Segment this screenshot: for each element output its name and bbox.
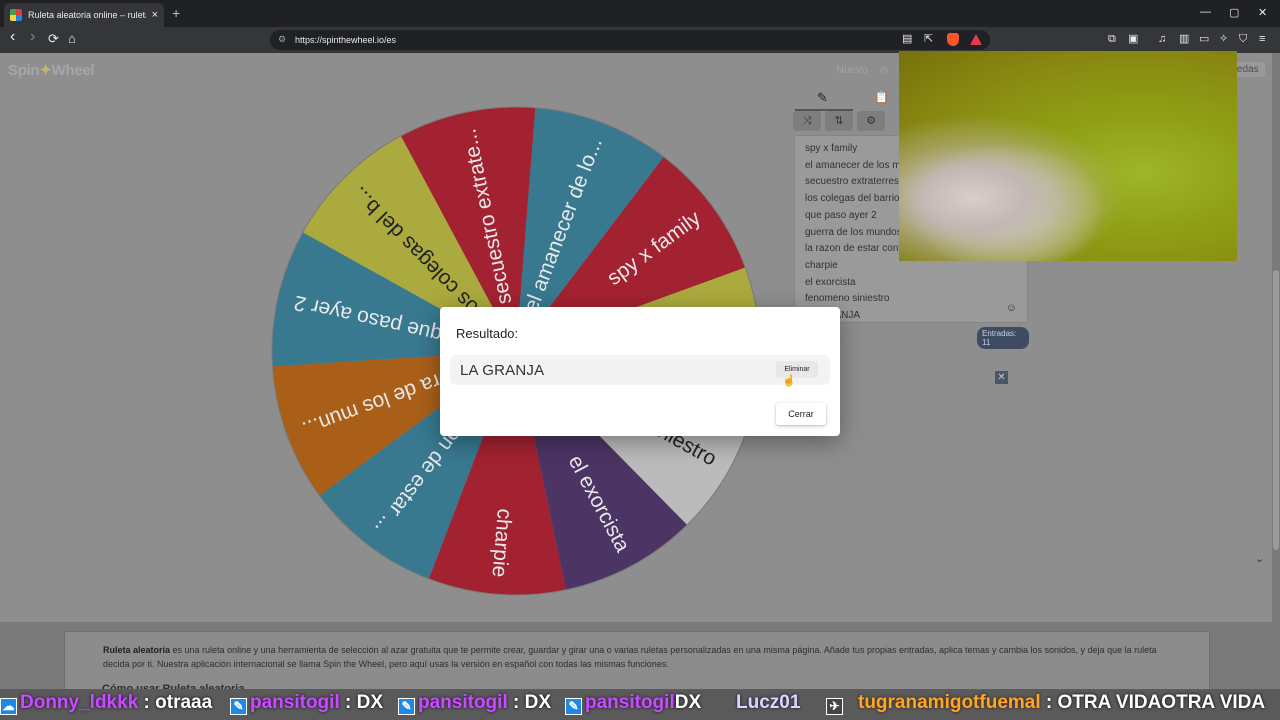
menu-icon[interactable]: ≡ [1259, 33, 1265, 45]
sidebar-icon[interactable]: ▥ [1179, 33, 1189, 45]
chat-message: ✈ tugranamigotfuemal : OTRA VIDAOTRA VIDA [826, 692, 1265, 715]
chat-user-icon: ✎ [398, 698, 415, 715]
wallet-icon[interactable]: ▭ [1199, 33, 1209, 45]
browser-toolbar: ‹ › ⟳ ⌂ ⚙ https://spinthewheel.io/es ▤ ⇱… [0, 27, 1280, 53]
new-wheel-link[interactable]: Nuevo [836, 64, 868, 76]
close-dialog-button[interactable]: Cerrar [776, 403, 826, 425]
reload-icon[interactable]: ⟳ [48, 32, 59, 46]
chat-ticker: ☁ Donny_ldkkk : otraaa ✎ pansitogil : DX ✎… [0, 689, 1280, 720]
chat-text: : OTRA VIDAOTRA VIDA [1045, 692, 1266, 713]
chat-text: DX [674, 692, 702, 713]
site-settings-icon[interactable]: ⚙ [278, 34, 286, 45]
logo-text-spin: Spin [8, 62, 40, 79]
screenshot-icon[interactable]: ▣ [1128, 33, 1138, 45]
entry-line: el exorcista [805, 276, 856, 288]
logo-star-icon: ✦ [39, 62, 52, 79]
forward-icon[interactable]: › [30, 29, 35, 45]
chat-username: tugranamigotfuemal [858, 692, 1041, 713]
extensions-icon[interactable]: ⧉ [1108, 33, 1116, 45]
screen: Ruleta aleatoria online – ruleta d × + —… [0, 0, 1280, 720]
entry-line: fenomeno siniestro [805, 293, 890, 305]
address-bar[interactable]: ⚙ https://spinthewheel.io/es [270, 30, 990, 50]
site-favicon-icon [10, 9, 22, 21]
reader-mode-icon[interactable]: ▤ [902, 33, 912, 45]
back-icon[interactable]: ‹ [10, 29, 15, 45]
result-dialog: Resultado: LA GRANJA Eliminar ☝ Cerrar [440, 307, 840, 436]
chat-user-icon: ✎ [230, 698, 247, 715]
chevron-down-icon[interactable]: ⌄ [1255, 552, 1264, 565]
sort-button[interactable]: ⇅ [825, 111, 853, 131]
chat-message: ✎ pansitogil : DX [230, 692, 383, 715]
chat-message: Lucz01 [736, 692, 800, 714]
chat-user-icon: ☁ [0, 698, 17, 715]
chat-message: ✎ pansitogil : DX [398, 692, 551, 715]
maximize-icon[interactable]: ▢ [1229, 6, 1239, 19]
dialog-title: Resultado: [456, 326, 519, 341]
chat-text: : DX [513, 692, 552, 713]
tab-title: Ruleta aleatoria online – ruleta d [28, 10, 146, 20]
edit-pencil-icon[interactable]: ✎ [817, 90, 828, 106]
chat-username: pansitogil [418, 692, 508, 713]
home-icon[interactable]: ⌂ [68, 32, 76, 46]
clipboard-icon[interactable]: 📋 [874, 90, 889, 104]
chat-user-icon: ✎ [565, 698, 582, 715]
chat-message: ☁ Donny_ldkkk : otraaa [0, 692, 212, 715]
logo-text-wheel: Wheel [51, 62, 95, 79]
scrollbar-thumb[interactable] [1273, 270, 1279, 550]
description-bold: Ruleta aleatoria [103, 645, 171, 655]
browser-tab[interactable]: Ruleta aleatoria online – ruleta d × [4, 3, 164, 27]
description-section: Ruleta aleatoria es una ruleta online y … [0, 622, 1280, 701]
vpn-icon[interactable]: ⛉ [1239, 33, 1247, 45]
mouse-pointer-icon: ☝ [782, 375, 796, 387]
chat-username: Donny_ldkkk [20, 692, 139, 713]
brave-rewards-icon[interactable] [970, 34, 982, 45]
description-text: es una ruleta online y una herramienta d… [103, 645, 1157, 669]
chat-username: pansitogil [250, 692, 340, 713]
url-text: https://spinthewheel.io/es [295, 35, 397, 45]
chat-username: Lucz01 [736, 692, 801, 713]
entries-count-badge: Entradas: 11 [977, 327, 1029, 349]
shuffle-button[interactable]: ⤨ [793, 111, 821, 131]
chat-message: ✎ pansitogilDX [565, 692, 701, 715]
share-icon[interactable]: ⇱ [924, 33, 933, 45]
new-tab-icon[interactable]: + [172, 5, 180, 21]
tab-close-icon[interactable]: × [152, 9, 158, 21]
open-icon[interactable]: ⊙ [879, 64, 888, 77]
close-ad-icon[interactable]: ✕ [995, 371, 1008, 384]
leo-ai-icon[interactable]: ✧ [1219, 33, 1228, 45]
result-row: LA GRANJA Eliminar ☝ [450, 355, 830, 387]
browser-tab-bar: Ruleta aleatoria online – ruleta d × + —… [0, 0, 1280, 27]
window-close-icon[interactable]: ✕ [1258, 6, 1267, 19]
webcam-overlay [899, 51, 1237, 261]
emoji-icon[interactable]: ☺ [1006, 302, 1017, 314]
brave-shields-icon[interactable] [947, 33, 959, 46]
chat-text: : DX [345, 692, 384, 713]
chat-username: pansitogil [585, 692, 675, 713]
minimize-icon[interactable]: — [1200, 6, 1211, 18]
chat-text: : otraaa [143, 692, 213, 713]
settings-button[interactable]: ⚙ [857, 111, 885, 131]
result-value: LA GRANJA [460, 362, 545, 379]
media-icon[interactable]: ♫ [1158, 33, 1166, 45]
chat-user-icon: ✈ [826, 698, 843, 715]
site-logo[interactable]: Spin✦Wheel [8, 61, 95, 79]
